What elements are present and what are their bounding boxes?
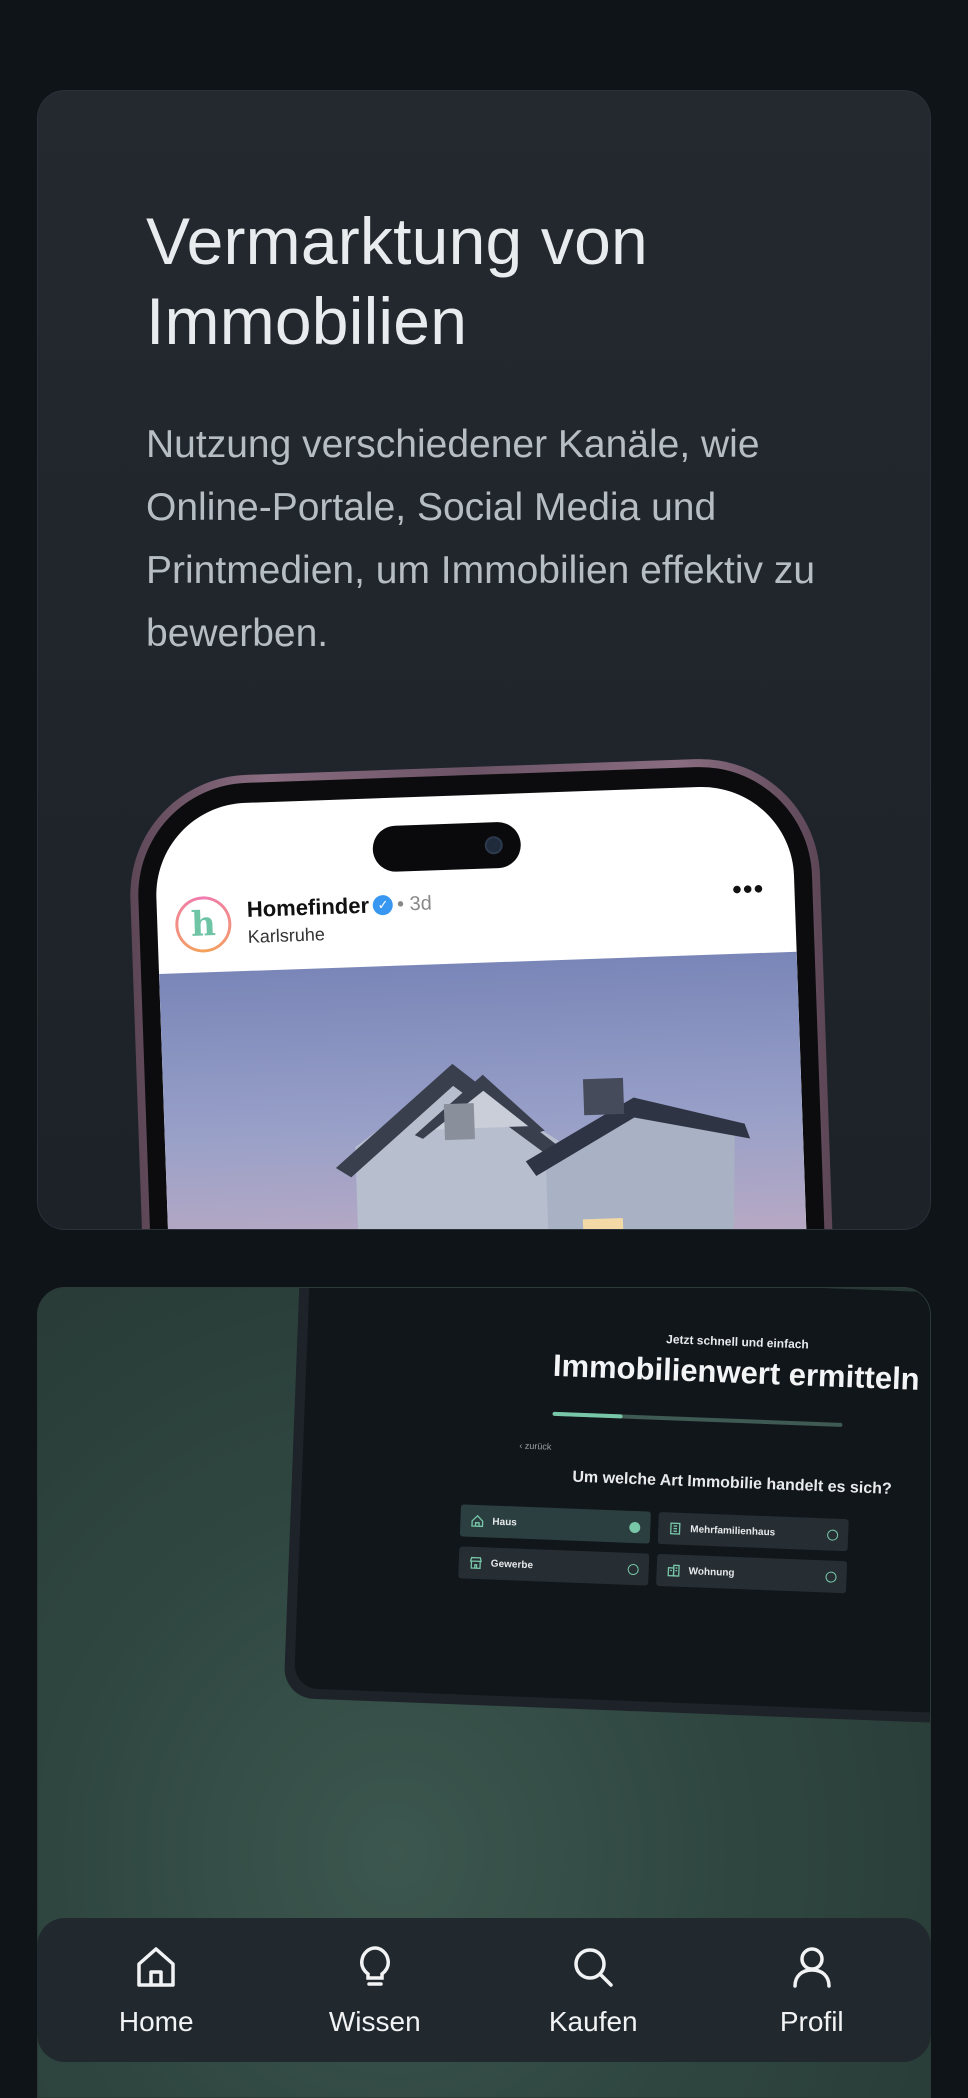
option-label: Wohnung xyxy=(688,1565,735,1579)
bottom-nav: Home Wissen Kaufen Profil xyxy=(37,1918,931,2062)
house-photo xyxy=(335,1063,751,1229)
option-label: Gewerbe xyxy=(490,1558,534,1571)
phone-mockup: h Homefinder ✓ • 3d Karlsruhe ••• xyxy=(126,754,838,1229)
option-haus[interactable]: Haus xyxy=(459,1504,651,1544)
marketing-title: Vermarktung von Immobilien xyxy=(146,201,846,361)
verified-badge-icon: ✓ xyxy=(372,894,394,916)
nav-label-wissen: Wissen xyxy=(328,2006,421,2037)
option-gewerbe[interactable]: Gewerbe xyxy=(458,1546,650,1586)
more-options-icon: ••• xyxy=(731,872,765,905)
post-location: Karlsruhe xyxy=(247,924,326,947)
username-text: Homefinder xyxy=(246,892,370,922)
apartment-icon xyxy=(666,1563,681,1578)
option-radio[interactable] xyxy=(825,1570,837,1583)
camera-icon xyxy=(484,835,504,855)
lightbulb-icon xyxy=(359,1946,390,1986)
option-radio[interactable] xyxy=(627,1563,639,1575)
marketing-title-line2: Immobilien xyxy=(146,284,468,358)
house-icon xyxy=(470,1514,485,1529)
post-username: Homefinder ✓ • 3d xyxy=(246,890,432,922)
post-age: • 3d xyxy=(396,891,433,916)
store-icon xyxy=(469,1556,484,1571)
nav-label-kaufen: Kaufen xyxy=(548,2006,638,2037)
marketing-title-line1: Vermarktung von xyxy=(146,204,648,278)
marketing-card: Vermarktung von Immobilien Nutzung versc… xyxy=(37,90,931,1230)
marketing-description: Nutzung verschiedener Kanäle, wie Online… xyxy=(146,423,816,655)
back-link[interactable]: ‹ zurück xyxy=(519,1441,551,1452)
progress-bar xyxy=(552,1411,843,1427)
option-wohnung[interactable]: Wohnung xyxy=(656,1553,848,1594)
option-label: Haus xyxy=(492,1516,518,1529)
nav-label-profil: Profil xyxy=(779,2006,844,2037)
tablet-mockup: Jetzt schnell und einfach Immobilienwert… xyxy=(283,1288,930,1726)
dynamic-island xyxy=(372,821,522,873)
property-type-question: Um welche Art Immobilie handelt es sich? xyxy=(572,1468,892,1498)
nav-item-kaufen[interactable]: Kaufen xyxy=(503,1942,683,2038)
option-label: Mehrfamilienhaus xyxy=(690,1523,776,1538)
progress-fill xyxy=(552,1411,623,1419)
phone-screen: h Homefinder ✓ • 3d Karlsruhe ••• xyxy=(153,783,812,1229)
user-icon xyxy=(793,1947,831,1988)
home-icon xyxy=(137,1947,175,1987)
building-icon xyxy=(668,1521,683,1536)
nav-item-home[interactable]: Home xyxy=(66,1942,246,2038)
option-radio[interactable] xyxy=(629,1521,641,1533)
search-icon xyxy=(574,1948,613,1987)
nav-label-home: Home xyxy=(118,2006,194,2037)
nav-item-wissen[interactable]: Wissen xyxy=(285,1942,465,2038)
nav-item-profil[interactable]: Profil xyxy=(722,1942,902,2038)
option-mehrfamilienhaus[interactable]: Mehrfamilienhaus xyxy=(657,1511,849,1552)
avatar-letter: h xyxy=(177,898,230,951)
avatar: h xyxy=(174,895,233,954)
post-photo xyxy=(159,951,811,1229)
tablet-screen: Jetzt schnell und einfach Immobilienwert… xyxy=(293,1288,930,1716)
option-radio[interactable] xyxy=(826,1528,839,1541)
